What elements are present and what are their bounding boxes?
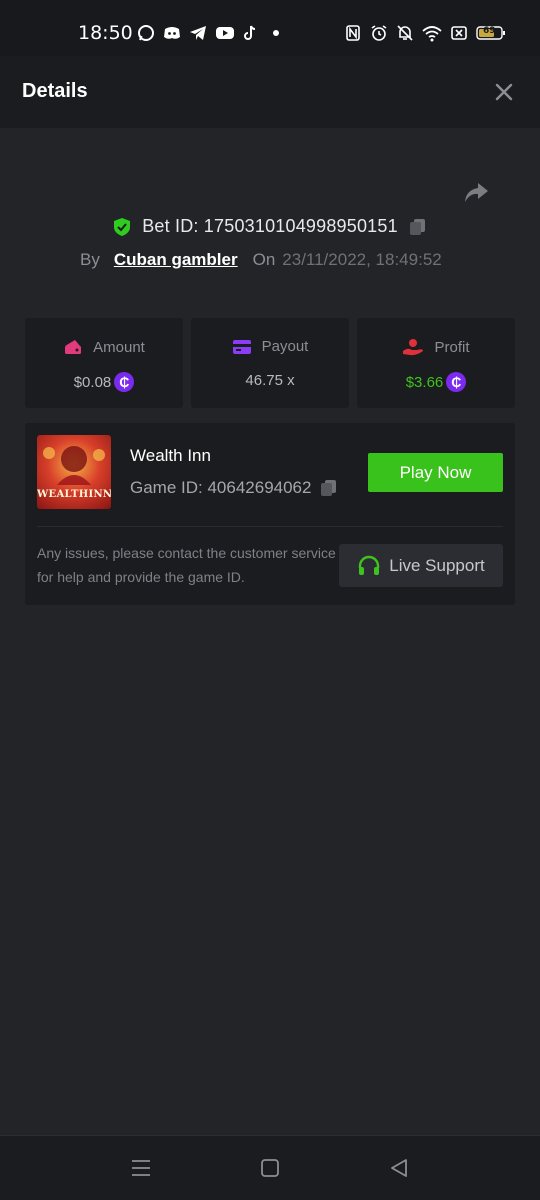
- divider: [37, 526, 503, 527]
- back-icon[interactable]: [387, 1156, 411, 1180]
- tiktok-icon: [241, 24, 259, 42]
- coin-icon: ₵: [446, 372, 467, 392]
- details-header: Details: [0, 56, 540, 128]
- wifi-icon: [422, 24, 442, 42]
- payout-card: Payout 46.75 x: [191, 318, 349, 408]
- amount-card: Amount $0.08 ₵: [25, 318, 183, 408]
- profit-card: Profit $3.66 ₵: [357, 318, 515, 408]
- game-thumb-text: WEALTHINN: [37, 489, 111, 500]
- status-time: 18:50: [78, 22, 133, 44]
- coin-icon: ₵: [114, 372, 135, 392]
- hand-coin-icon: [402, 338, 424, 356]
- system-icons: 69: [345, 24, 506, 42]
- discord-icon: [163, 24, 181, 42]
- support-info-text: Any issues, please contact the customer …: [37, 545, 336, 585]
- whatsapp-icon: [137, 24, 155, 42]
- headset-icon: [357, 554, 381, 578]
- mute-icon: [397, 24, 413, 42]
- play-now-button[interactable]: Play Now: [368, 453, 503, 492]
- home-icon[interactable]: [258, 1156, 282, 1180]
- youtube-icon: [215, 24, 234, 42]
- status-bar: 18:50 69: [0, 0, 540, 56]
- amount-label: Amount: [93, 338, 145, 356]
- page-title: Details: [22, 80, 88, 102]
- profit-label: Profit: [434, 338, 470, 356]
- bet-id-row: Bet ID: 1750310104998950151: [0, 216, 540, 237]
- bet-date: 23/11/2022, 18:49:52: [282, 250, 442, 269]
- amount-value: $0.08: [73, 373, 112, 391]
- game-id-row: Game ID: 40642694062: [130, 478, 339, 498]
- game-name: Wealth Inn: [130, 446, 211, 465]
- dot-icon: [267, 24, 285, 42]
- share-icon[interactable]: [462, 178, 490, 206]
- battery-level: 69: [483, 26, 496, 36]
- game-thumbnail[interactable]: WEALTHINN: [37, 435, 111, 509]
- live-support-button[interactable]: Live Support: [339, 544, 503, 587]
- profit-value: $3.66: [405, 373, 444, 391]
- nfc-icon: [345, 24, 361, 42]
- payout-value: 46.75 x: [245, 372, 295, 389]
- copy-icon[interactable]: [408, 217, 428, 237]
- close-icon[interactable]: [494, 82, 514, 102]
- battery-icon: 69: [476, 24, 506, 42]
- game-id: Game ID: 40642694062: [130, 478, 312, 497]
- copy-icon[interactable]: [319, 478, 339, 498]
- close-box-icon: [451, 24, 467, 42]
- menu-icon[interactable]: [129, 1156, 153, 1180]
- alarm-icon: [370, 24, 388, 42]
- live-support-label: Live Support: [389, 555, 485, 575]
- payout-label: Payout: [261, 338, 309, 355]
- telegram-icon: [189, 24, 207, 42]
- by-label: By: [80, 250, 100, 269]
- shield-check-icon: [112, 217, 132, 237]
- card-icon: [232, 339, 252, 355]
- wallet-icon: [63, 338, 83, 356]
- bet-id: Bet ID: 1750310104998950151: [142, 216, 398, 236]
- user-link[interactable]: Cuban gambler: [114, 250, 238, 270]
- system-nav-bar: [0, 1135, 540, 1200]
- bet-meta: By Cuban gambler On 23/11/2022, 18:49:52: [80, 250, 442, 270]
- notification-icons: [137, 24, 285, 42]
- on-label: On: [252, 250, 276, 269]
- game-card: WEALTHINN Wealth Inn Game ID: 4064269406…: [25, 423, 515, 605]
